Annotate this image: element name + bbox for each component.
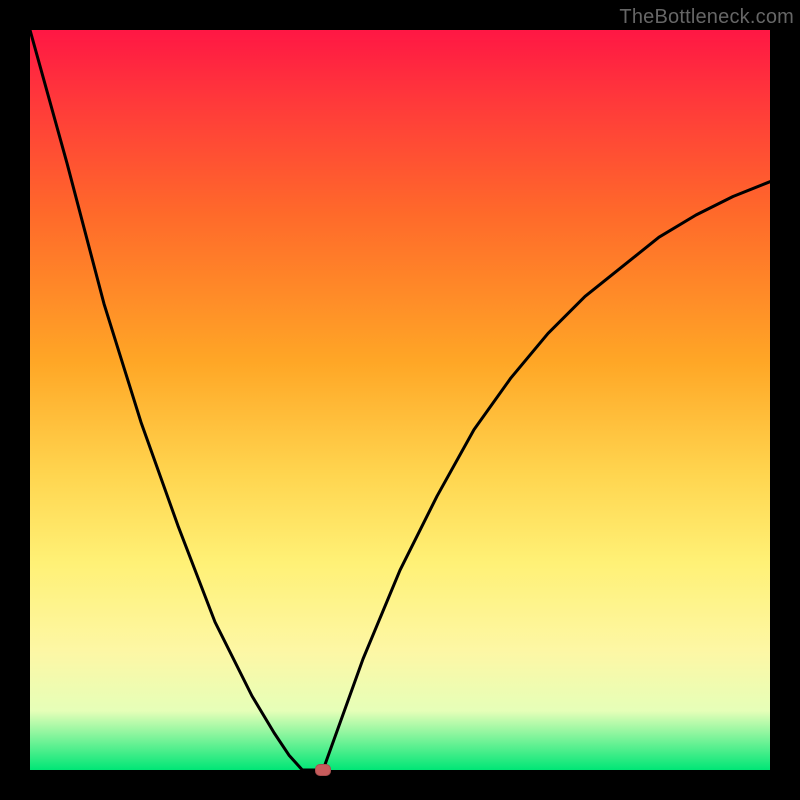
- curve-svg: [30, 30, 770, 770]
- watermark-label: TheBottleneck.com: [619, 6, 794, 29]
- chart-frame: TheBottleneck.com: [0, 0, 800, 800]
- plot-area: [30, 30, 770, 770]
- bottleneck-curve: [30, 30, 770, 770]
- bottleneck-marker: [315, 764, 331, 776]
